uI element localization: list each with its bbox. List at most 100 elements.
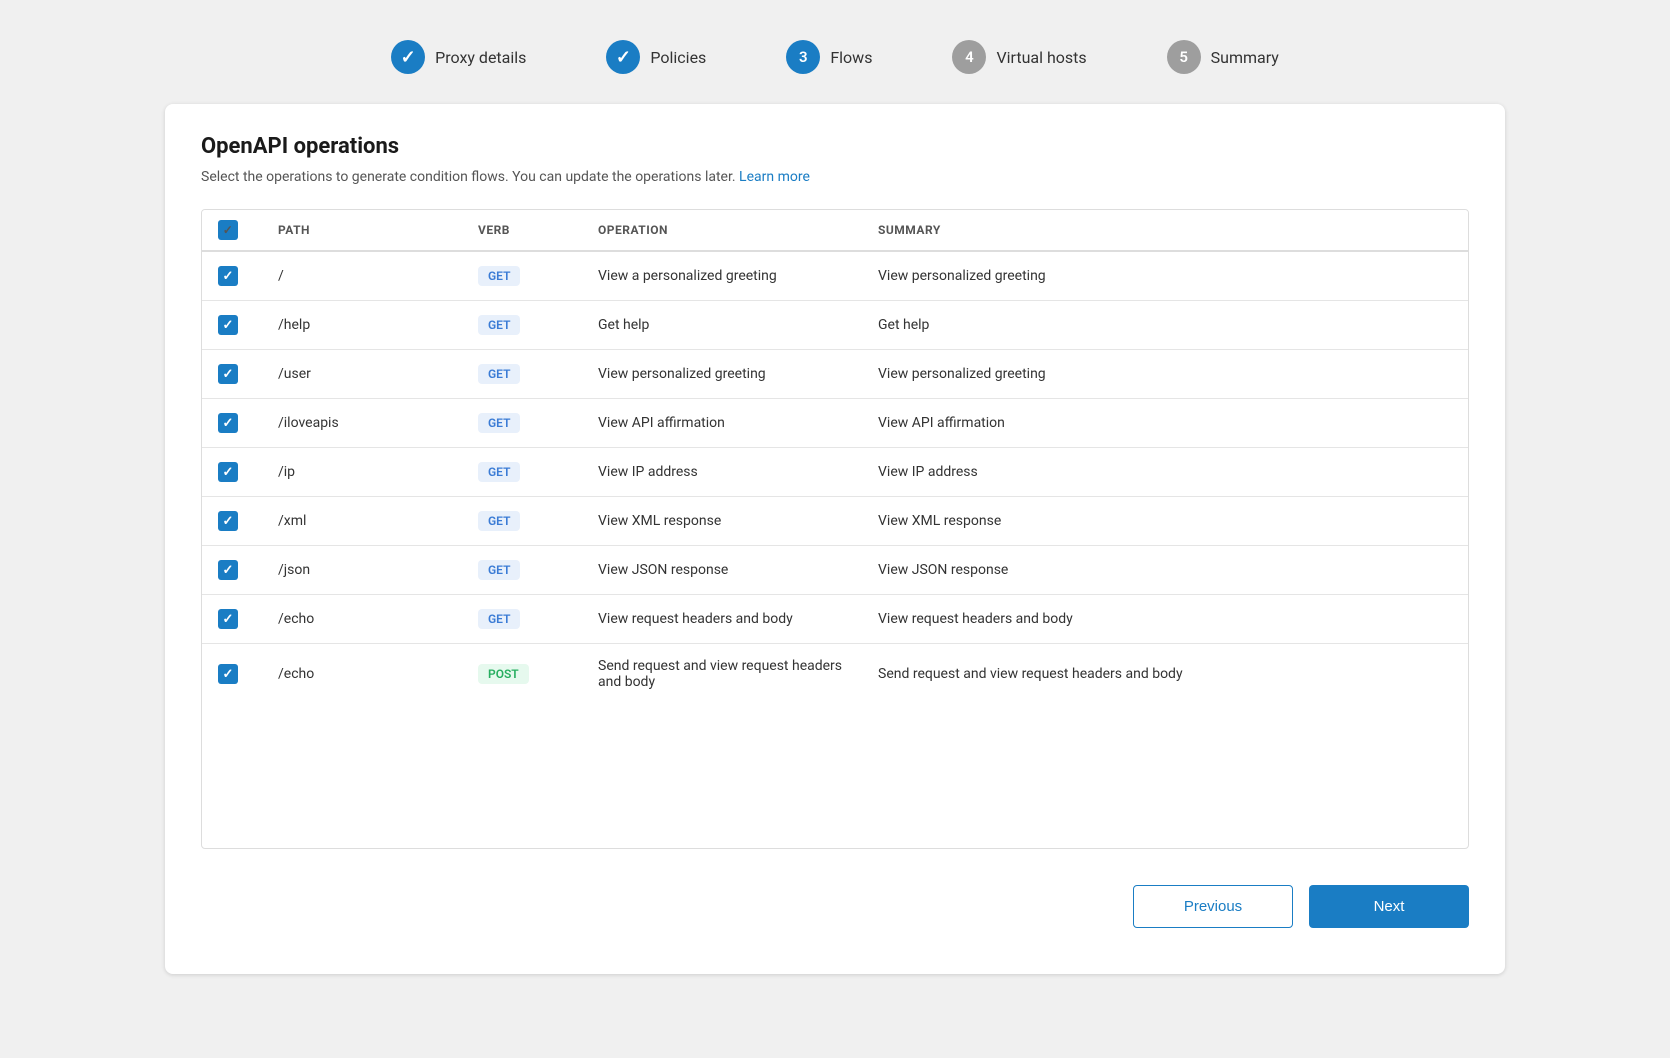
row-path: /help bbox=[262, 301, 462, 350]
table-row: ✓ /xml GET View XML responseView XML respon… bbox=[202, 497, 1468, 546]
step-flows[interactable]: 3 Flows bbox=[786, 40, 872, 74]
table-body: ✓/GETView a personalized greetingView pe… bbox=[202, 251, 1468, 704]
row-operation: Send request and view request headers an… bbox=[582, 644, 862, 705]
row-summary: Get help bbox=[862, 301, 1468, 350]
step-virtual-hosts[interactable]: 4 Virtual hosts bbox=[952, 40, 1086, 74]
row-checkbox-cell[interactable]: ✓ bbox=[202, 301, 262, 350]
row-checkbox-2[interactable]: ✓ bbox=[218, 364, 238, 384]
row-checkbox-cell[interactable]: ✓ bbox=[202, 399, 262, 448]
step-number-summary: 5 bbox=[1179, 48, 1188, 66]
step-label-flows: Flows bbox=[830, 48, 872, 67]
header-checkbox-cell[interactable]: ✓ bbox=[202, 210, 262, 251]
row-checkbox-4[interactable]: ✓ bbox=[218, 462, 238, 482]
verb-badge-get: GET bbox=[478, 462, 520, 482]
row-checkbox-cell[interactable]: ✓ bbox=[202, 644, 262, 705]
row-checkbox-8[interactable]: ✓ bbox=[218, 664, 238, 684]
select-all-check-icon: ✓ bbox=[223, 223, 234, 237]
row-checkbox-cell[interactable]: ✓ bbox=[202, 595, 262, 644]
row-path: / bbox=[262, 251, 462, 301]
check-icon: ✓ bbox=[223, 416, 234, 431]
verb-badge-get: GET bbox=[478, 609, 520, 629]
table-row: ✓ /help GET Get helpGet help bbox=[202, 301, 1468, 350]
check-icon: ✓ bbox=[223, 318, 234, 333]
row-verb: GET bbox=[462, 546, 582, 595]
header-operation: OPERATION bbox=[582, 210, 862, 251]
row-operation: View XML response bbox=[582, 497, 862, 546]
step-circle-summary: 5 bbox=[1167, 40, 1201, 74]
verb-badge-post: POST bbox=[478, 664, 529, 684]
step-summary[interactable]: 5 Summary bbox=[1167, 40, 1279, 74]
step-label-virtual-hosts: Virtual hosts bbox=[996, 48, 1086, 67]
verb-badge-get: GET bbox=[478, 413, 520, 433]
step-proxy-details[interactable]: ✓ Proxy details bbox=[391, 40, 526, 74]
row-operation: View request headers and body bbox=[582, 595, 862, 644]
row-checkbox-cell[interactable]: ✓ bbox=[202, 546, 262, 595]
row-checkbox-cell[interactable]: ✓ bbox=[202, 350, 262, 399]
previous-button[interactable]: Previous bbox=[1133, 885, 1293, 928]
table-row: ✓/jsonGETView JSON responseView JSON res… bbox=[202, 546, 1468, 595]
row-operation: View JSON response bbox=[582, 546, 862, 595]
row-checkbox-3[interactable]: ✓ bbox=[218, 413, 238, 433]
learn-more-link[interactable]: Learn more bbox=[739, 169, 810, 185]
operations-table: ✓ PATH VERB OPERATION SUMMARY ✓/GETView … bbox=[202, 210, 1468, 704]
row-summary: View personalized greeting bbox=[862, 251, 1468, 301]
row-path: /json bbox=[262, 546, 462, 595]
checkmark-icon: ✓ bbox=[401, 47, 416, 68]
row-path: /echo bbox=[262, 644, 462, 705]
wizard-steps: ✓ Proxy details ✓ Policies 3 Flows 4 Vir… bbox=[0, 20, 1670, 104]
row-verb: GET bbox=[462, 448, 582, 497]
checkmark-icon-2: ✓ bbox=[616, 47, 631, 68]
header-summary: SUMMARY bbox=[862, 210, 1468, 251]
row-path: /xml bbox=[262, 497, 462, 546]
operations-table-container[interactable]: ✓ PATH VERB OPERATION SUMMARY ✓/GETView … bbox=[201, 209, 1469, 849]
card-subtitle: Select the operations to generate condit… bbox=[201, 169, 1469, 185]
row-summary: View API affirmation bbox=[862, 399, 1468, 448]
row-verb: POST bbox=[462, 644, 582, 705]
row-path: /iloveapis bbox=[262, 399, 462, 448]
step-circle-flows: 3 bbox=[786, 40, 820, 74]
check-icon: ✓ bbox=[223, 612, 234, 627]
row-summary: Send request and view request headers an… bbox=[862, 644, 1468, 705]
step-label-proxy-details: Proxy details bbox=[435, 48, 526, 67]
row-summary: View JSON response bbox=[862, 546, 1468, 595]
verb-badge-get: GET bbox=[478, 511, 520, 531]
row-operation: View personalized greeting bbox=[582, 350, 862, 399]
check-icon: ✓ bbox=[223, 269, 234, 284]
row-summary: View XML response bbox=[862, 497, 1468, 546]
step-circle-virtual-hosts: 4 bbox=[952, 40, 986, 74]
check-icon: ✓ bbox=[223, 514, 234, 529]
row-checkbox-1[interactable]: ✓ bbox=[218, 315, 238, 335]
check-icon: ✓ bbox=[223, 563, 234, 578]
card-footer: Previous Next bbox=[201, 885, 1469, 928]
row-checkbox-cell[interactable]: ✓ bbox=[202, 448, 262, 497]
row-verb: GET bbox=[462, 251, 582, 301]
table-row: ✓ / GET View a personalized greetingView pe… bbox=[202, 251, 1468, 301]
row-path: /echo bbox=[262, 595, 462, 644]
row-verb: GET bbox=[462, 497, 582, 546]
step-number-virtual-hosts: 4 bbox=[965, 48, 974, 66]
row-checkbox-cell[interactable]: ✓ bbox=[202, 251, 262, 301]
table-row: ✓/iloveapisGETView API affirmationView A… bbox=[202, 399, 1468, 448]
verb-badge-get: GET bbox=[478, 266, 520, 286]
row-verb: GET bbox=[462, 595, 582, 644]
table-row: ✓ /echo POST Send request and view request … bbox=[202, 644, 1468, 705]
select-all-checkbox[interactable]: ✓ bbox=[218, 220, 238, 240]
row-operation: Get help bbox=[582, 301, 862, 350]
row-checkbox-6[interactable]: ✓ bbox=[218, 560, 238, 580]
next-button[interactable]: Next bbox=[1309, 885, 1469, 928]
row-checkbox-7[interactable]: ✓ bbox=[218, 609, 238, 629]
step-label-policies: Policies bbox=[650, 48, 706, 67]
step-policies[interactable]: ✓ Policies bbox=[606, 40, 706, 74]
verb-badge-get: GET bbox=[478, 315, 520, 335]
check-icon: ✓ bbox=[223, 667, 234, 682]
table-row: ✓/userGETView personalized greetingView … bbox=[202, 350, 1468, 399]
row-checkbox-5[interactable]: ✓ bbox=[218, 511, 238, 531]
header-verb: VERB bbox=[462, 210, 582, 251]
row-operation: View a personalized greeting bbox=[582, 251, 862, 301]
row-path: /user bbox=[262, 350, 462, 399]
row-checkbox-cell[interactable]: ✓ bbox=[202, 497, 262, 546]
card-title: OpenAPI operations bbox=[201, 134, 1469, 159]
card-subtitle-text: Select the operations to generate condit… bbox=[201, 169, 739, 185]
check-icon: ✓ bbox=[223, 367, 234, 382]
row-checkbox-0[interactable]: ✓ bbox=[218, 266, 238, 286]
